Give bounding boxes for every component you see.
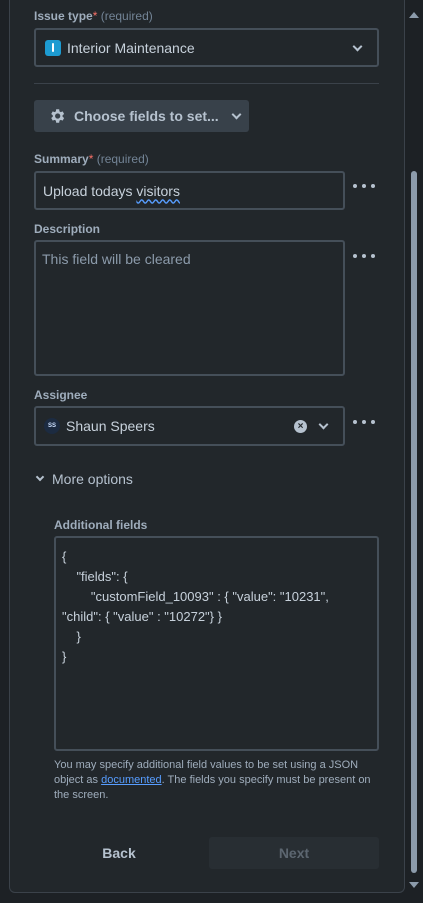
description-label: Description (34, 222, 101, 236)
chevron-down-icon (35, 472, 45, 482)
chevron-down-icon (231, 109, 242, 119)
json-line: "child": { "value" : "10272"} } (62, 609, 222, 624)
additional-fields-help: You may specify additional field values … (54, 759, 371, 801)
json-content: { "fields": { "customField_10093" : { "v… (62, 547, 371, 667)
json-line: "customField_10093" : { "value": "10231"… (62, 589, 329, 604)
description-more-icon[interactable] (353, 249, 375, 263)
chevron-down-icon (352, 41, 363, 52)
assignee-more-icon[interactable] (353, 415, 375, 429)
scroll-down-arrow-icon[interactable] (409, 882, 419, 888)
scrollbar-thumb[interactable] (411, 171, 417, 873)
json-line: "fields": { (62, 569, 128, 584)
chevron-down-icon[interactable] (318, 419, 329, 430)
summary-input[interactable]: Upload todays visitors (34, 171, 345, 210)
back-label: Back (102, 845, 136, 861)
back-button[interactable]: Back (34, 837, 204, 869)
documented-link[interactable]: documented (101, 774, 162, 786)
more-options-label: More options (52, 471, 133, 487)
divider (34, 83, 379, 84)
gear-icon (51, 109, 65, 123)
json-line: { (62, 549, 67, 564)
choose-fields-button[interactable]: Choose fields to set... (34, 100, 249, 132)
scroll-up-arrow-icon[interactable] (409, 12, 419, 18)
additional-fields-label: Additional fields (54, 518, 148, 532)
avatar: SS (44, 418, 60, 434)
summary-value: Upload todays visitors (43, 182, 180, 199)
json-line: } (62, 629, 81, 644)
json-line: } (62, 649, 67, 664)
assignee-value: Shaun Speers (66, 418, 155, 434)
issue-type-select[interactable]: Interior Maintenance (34, 28, 379, 67)
choose-fields-label: Choose fields to set... (74, 108, 219, 124)
summary-label: Summary* (required) (34, 152, 149, 166)
issue-type-value: Interior Maintenance (67, 39, 195, 56)
clear-icon[interactable]: × (294, 420, 307, 433)
description-textarea[interactable]: This field will be cleared (34, 240, 345, 376)
scrollbar[interactable] (407, 8, 419, 890)
assignee-select[interactable]: SS Shaun Speers × (34, 406, 345, 446)
assignee-label: Assignee (34, 388, 88, 402)
additional-fields-textarea[interactable]: { "fields": { "customField_10093" : { "v… (54, 536, 379, 751)
summary-more-icon[interactable] (353, 179, 375, 193)
next-button[interactable]: Next (209, 837, 379, 869)
next-label: Next (278, 845, 310, 861)
issue-type-label: Issue type* (required) (34, 9, 153, 23)
info-square-icon (45, 39, 61, 56)
description-placeholder: This field will be cleared (42, 251, 191, 267)
more-options-toggle[interactable]: More options (34, 469, 133, 489)
